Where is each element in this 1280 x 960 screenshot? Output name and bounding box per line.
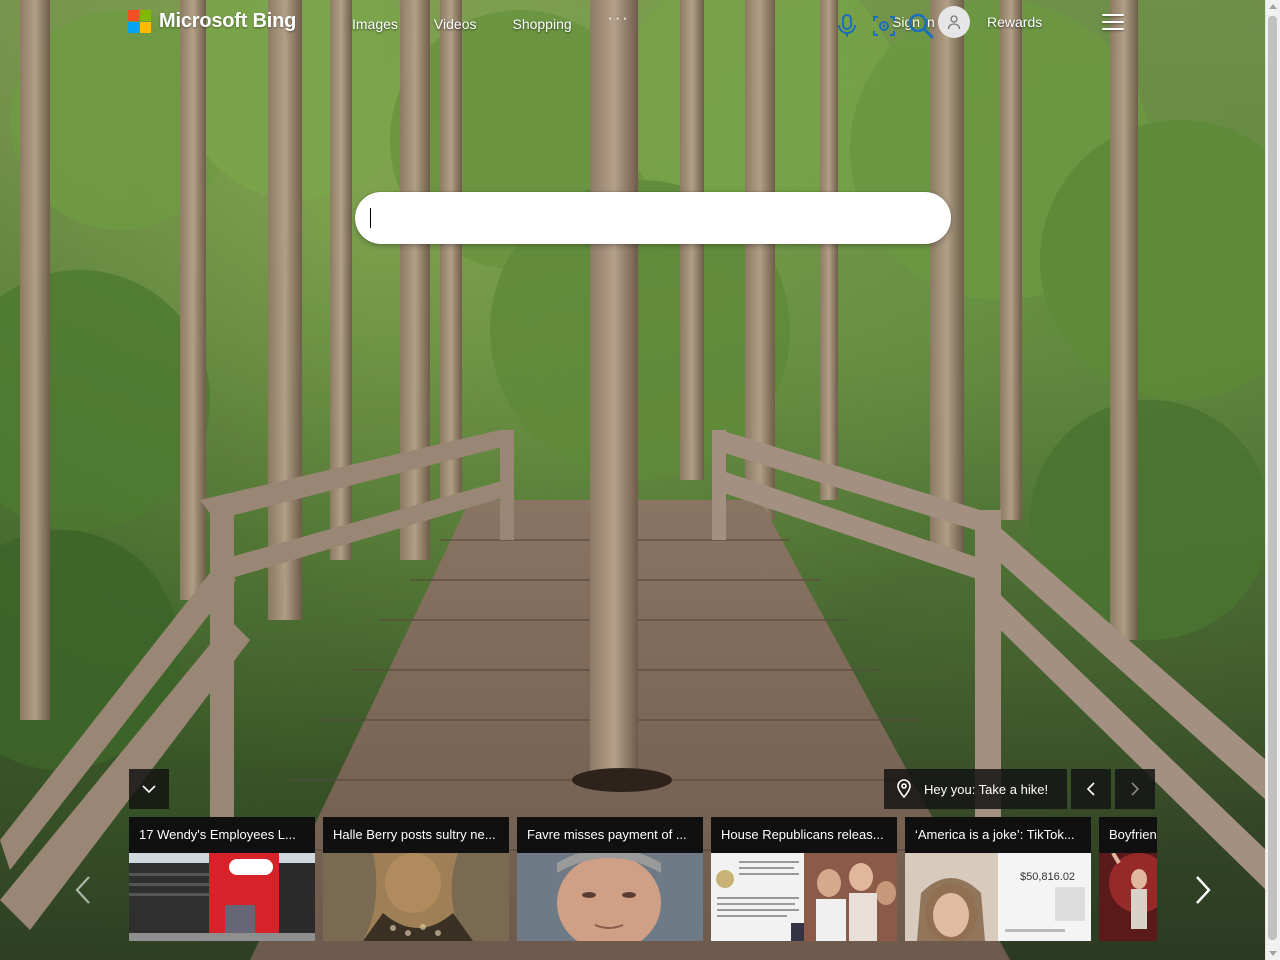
chevron-left-icon <box>75 876 90 904</box>
nav-images[interactable]: Images <box>352 16 398 32</box>
brand-name: Microsoft Bing <box>159 10 297 32</box>
previous-image-button[interactable] <box>1071 769 1111 809</box>
location-pin-icon <box>896 779 912 799</box>
portrait-thumb <box>323 853 509 941</box>
news-carousel: 17 Wendy's Employees L... Halle Berry po… <box>129 817 1157 941</box>
wendys-storefront-thumb <box>129 853 315 941</box>
search-input[interactable] <box>371 204 815 234</box>
news-title: Favre misses payment of ... <box>517 817 703 853</box>
news-card[interactable]: 17 Wendy's Employees L... <box>129 817 315 941</box>
news-card[interactable]: ‘America is a joke’: TikTok... $50,816.0… <box>905 817 1091 941</box>
document-crowd-thumb <box>711 853 897 941</box>
background-image <box>0 0 1266 960</box>
bing-logo[interactable]: Microsoft Bing <box>128 10 296 33</box>
collapse-feed-button[interactable] <box>129 769 169 809</box>
page-scrollbar[interactable] <box>1265 0 1280 960</box>
news-next-button[interactable] <box>1188 870 1218 910</box>
news-card[interactable]: Boyfrien <box>1099 817 1157 941</box>
top-nav: Images Videos Shopping ··· <box>352 10 630 32</box>
rewards-link[interactable]: Rewards <box>987 14 1042 30</box>
nav-more-icon[interactable]: ··· <box>608 10 630 32</box>
tiktok-amount: $50,816.02 <box>1020 871 1075 883</box>
menu-icon[interactable] <box>1102 14 1124 30</box>
news-title: Boyfrien <box>1099 817 1157 853</box>
scroll-up-icon[interactable] <box>1269 4 1277 9</box>
next-image-button[interactable] <box>1115 769 1155 809</box>
news-card[interactable]: House Republicans releas... <box>711 817 897 941</box>
chevron-down-icon <box>142 785 156 794</box>
chevron-right-icon <box>1131 782 1140 796</box>
scroll-thumb[interactable] <box>1268 16 1277 940</box>
nav-shopping[interactable]: Shopping <box>512 16 571 32</box>
news-prev-button[interactable] <box>68 870 98 910</box>
face-closeup-thumb <box>517 853 703 941</box>
chevron-left-icon <box>1086 782 1095 796</box>
news-card[interactable]: Favre misses payment of ... <box>517 817 703 941</box>
scroll-down-icon[interactable] <box>1269 951 1277 956</box>
nav-videos[interactable]: Videos <box>434 16 477 32</box>
search-icon[interactable] <box>907 12 935 40</box>
search-box <box>355 192 951 244</box>
news-title: ‘America is a joke’: TikTok... <box>905 817 1091 853</box>
microsoft-logo-icon <box>128 10 151 33</box>
news-title: Halle Berry posts sultry ne... <box>323 817 509 853</box>
concert-thumb <box>1099 853 1157 941</box>
news-title: 17 Wendy's Employees L... <box>129 817 315 853</box>
news-title: House Republicans releas... <box>711 817 897 853</box>
news-card[interactable]: Halle Berry posts sultry ne... <box>323 817 509 941</box>
microphone-icon[interactable] <box>833 12 861 40</box>
image-info-button[interactable]: Hey you: Take a hike! <box>884 769 1067 809</box>
tiktok-selfie-thumb: $50,816.02 <box>905 853 1091 941</box>
chevron-right-icon <box>1196 876 1211 904</box>
image-caption: Hey you: Take a hike! <box>924 781 1049 797</box>
avatar-icon[interactable] <box>938 6 970 38</box>
visual-search-icon[interactable] <box>870 12 898 40</box>
